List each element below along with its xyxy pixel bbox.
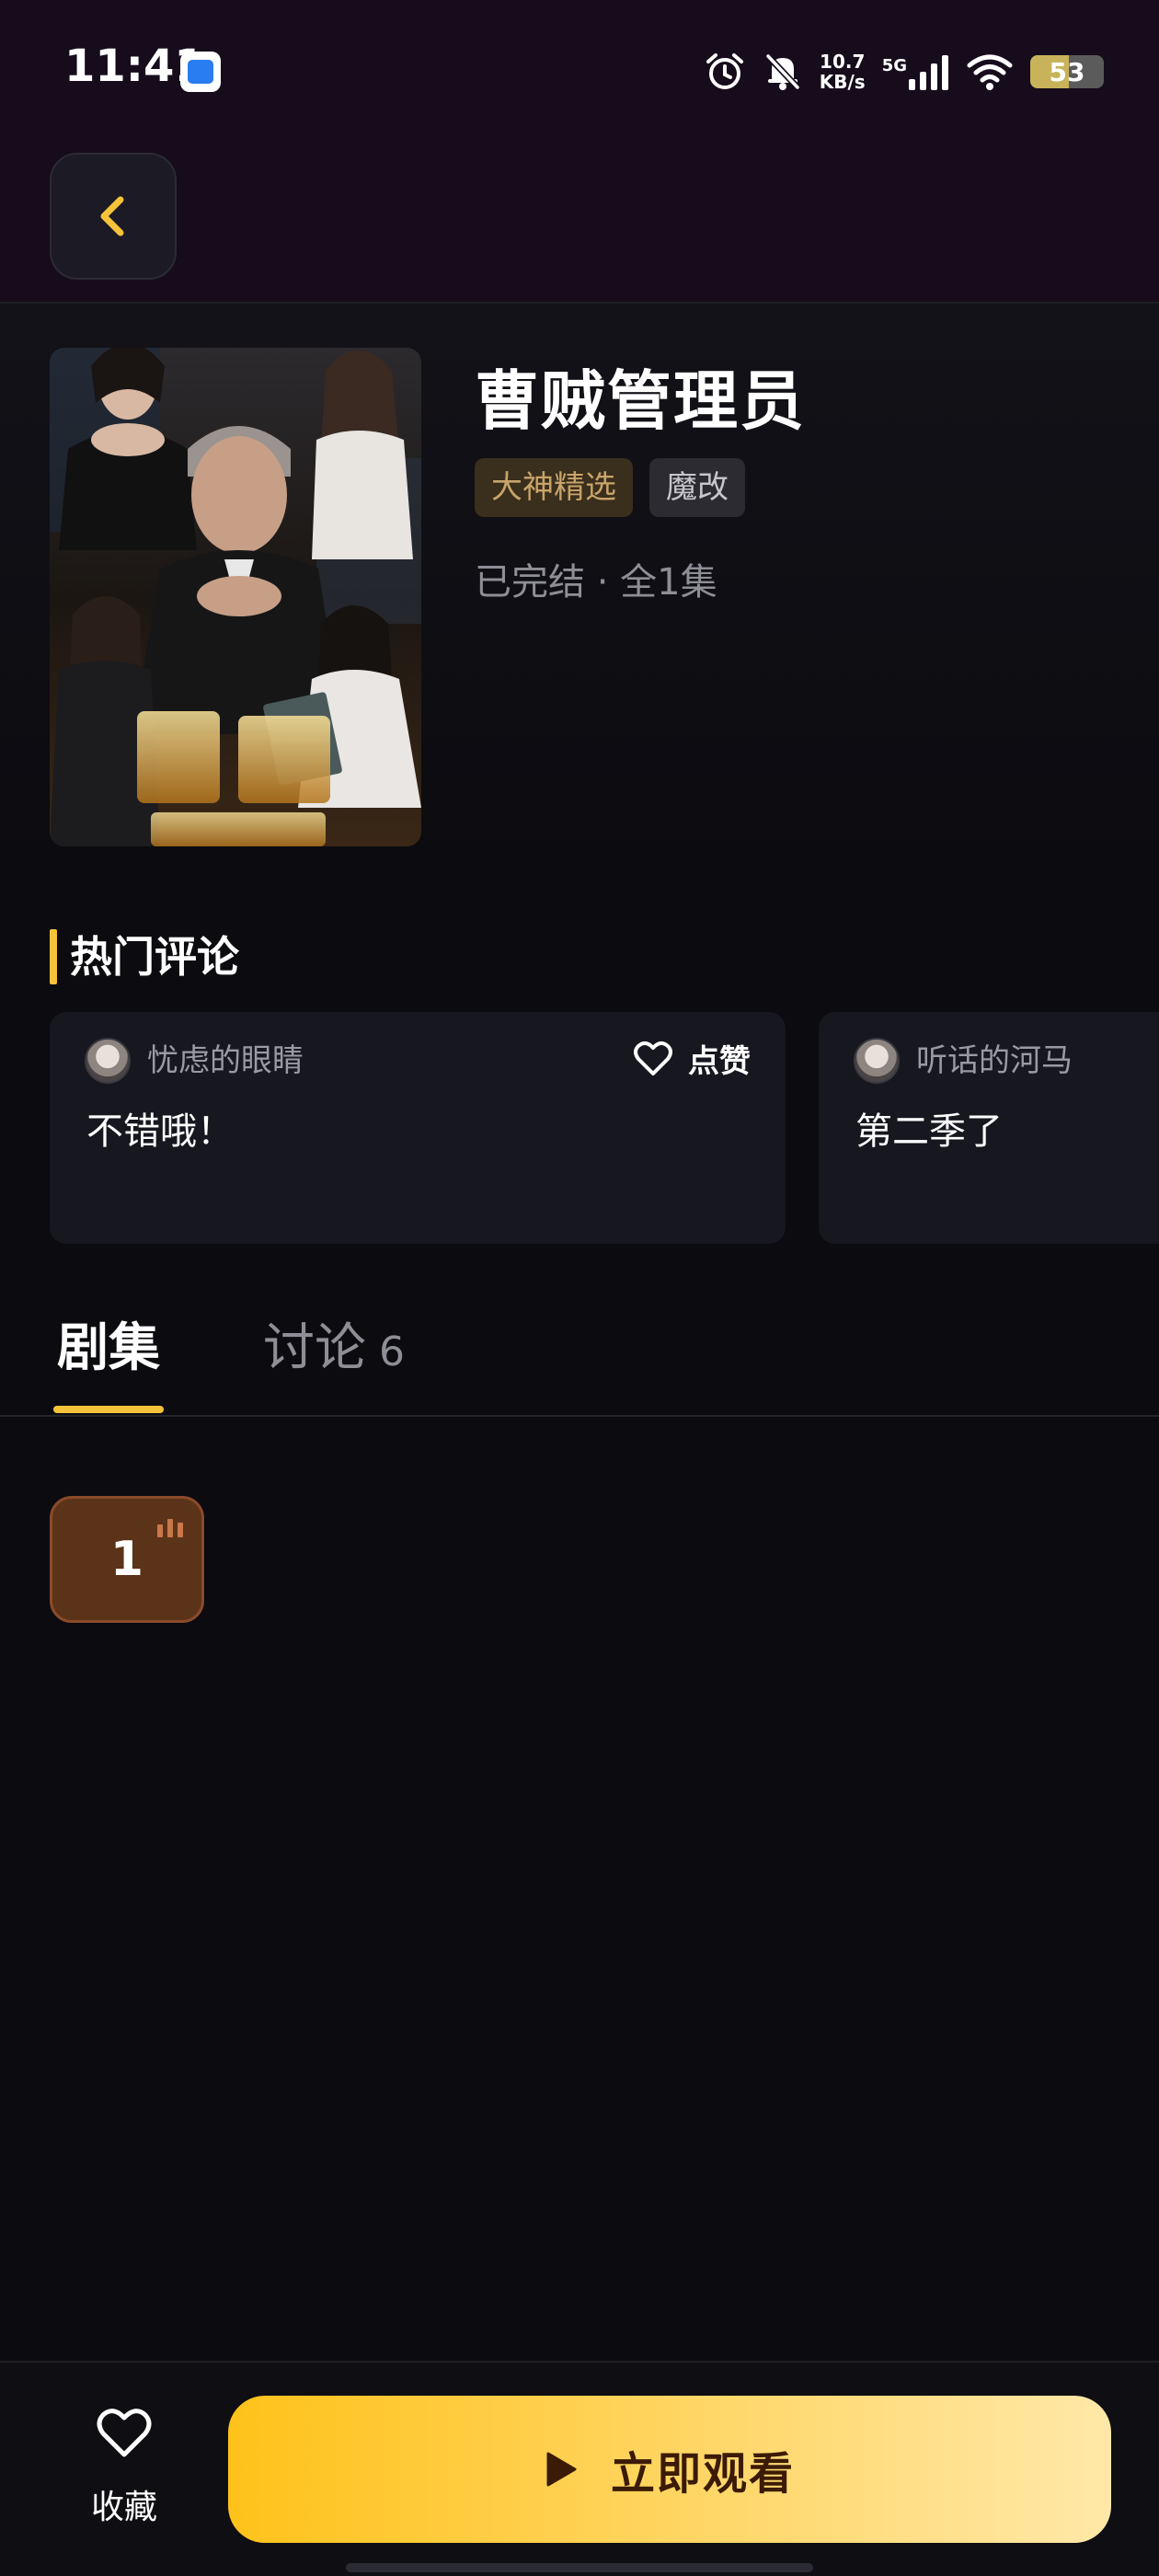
tag-featured[interactable]: 大神精选: [475, 458, 633, 517]
alarm-icon: [704, 51, 746, 93]
cell-signal: 5G: [882, 53, 949, 90]
hot-comments-carousel[interactable]: 忧虑的眼睛 点赞 不错哦！ 听话的河马 第二季了: [50, 1012, 1159, 1244]
tab-discussion-label: 讨论: [263, 1318, 366, 1378]
comment-card[interactable]: 忧虑的眼睛 点赞 不错哦！: [50, 1012, 786, 1244]
network-type: 5G: [881, 56, 907, 75]
top-bar: 11:41 10.7 KB/s 5G 53: [0, 0, 1159, 304]
favorite-button[interactable]: 收藏: [55, 2407, 193, 2526]
poster-image: [50, 348, 421, 846]
episode-button[interactable]: 1: [50, 1496, 204, 1623]
drama-title: 曹贼管理员: [475, 363, 806, 439]
status-icons: 10.7 KB/s 5G 53: [704, 44, 1104, 99]
like-label: 点赞: [688, 1043, 751, 1080]
active-tab-indicator: [53, 1406, 164, 1413]
chevron-left-icon: [100, 196, 124, 236]
tab-episodes-label: 剧集: [57, 1318, 160, 1378]
drama-detail-page: 11:41 10.7 KB/s 5G 53 曹贼管理员 大神精选 魔改 已完结 …: [0, 0, 1159, 2576]
avatar[interactable]: [854, 1038, 900, 1084]
home-indicator[interactable]: [346, 2563, 813, 2572]
watch-now-label: 立即观看: [610, 2448, 795, 2500]
wifi-icon: [966, 52, 1014, 91]
now-playing-icon: [157, 1519, 183, 1537]
comment-username[interactable]: 忧虑的眼睛: [147, 1040, 304, 1082]
signal-bars-icon: [909, 55, 948, 90]
heart-icon: [97, 2409, 152, 2457]
battery-indicator: 53: [1030, 55, 1104, 88]
tab-episodes[interactable]: 剧集: [57, 1312, 160, 1386]
content-tabs: 剧集 讨论 6: [0, 1288, 1159, 1417]
episode-number: 1: [109, 1532, 144, 1587]
tag-genre[interactable]: 魔改: [649, 458, 745, 517]
tab-discussion-count: 6: [379, 1328, 405, 1375]
comment-text: 第二季了: [855, 1110, 1003, 1153]
like-button[interactable]: 点赞: [633, 1036, 751, 1081]
drama-tags: 大神精选 魔改: [475, 458, 745, 517]
status-bar: 11:41 10.7 KB/s 5G 53: [0, 0, 1159, 138]
favorite-label: 收藏: [90, 2489, 157, 2526]
battery-level: 53: [1049, 56, 1085, 87]
network-speed-value: 10.7: [820, 51, 866, 73]
avatar[interactable]: [85, 1038, 131, 1084]
tabs-divider: [0, 1415, 1159, 1417]
app-notification-icon: [180, 52, 221, 92]
play-icon: [546, 2452, 577, 2487]
hot-comments-title: 热门评论: [70, 932, 239, 982]
comment-card[interactable]: 听话的河马 第二季了: [819, 1012, 1159, 1244]
drama-status: 已完结 · 全1集: [475, 561, 717, 604]
comment-username[interactable]: 听话的河马: [916, 1040, 1073, 1082]
comment-text: 不错哦！: [86, 1110, 234, 1153]
mute-bell-icon: [763, 51, 803, 93]
drama-poster: [50, 348, 421, 846]
section-accent-bar: [50, 929, 57, 984]
network-speed: 10.7 KB/s: [820, 52, 866, 92]
watch-now-button[interactable]: 立即观看: [228, 2396, 1111, 2543]
network-speed-unit: KB/s: [819, 71, 866, 93]
back-button[interactable]: [50, 153, 177, 280]
tab-discussion[interactable]: 讨论 6: [263, 1312, 405, 1389]
heart-outline-icon: [634, 1041, 672, 1075]
